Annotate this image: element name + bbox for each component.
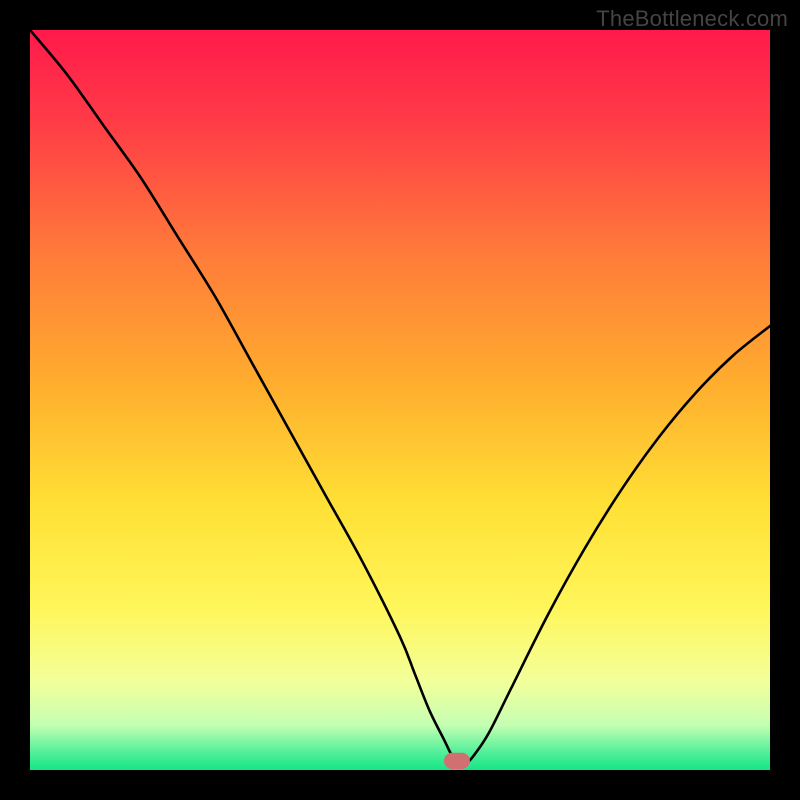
bottleneck-chart — [30, 30, 770, 770]
watermark-text: TheBottleneck.com — [596, 6, 788, 32]
plot-area — [30, 30, 770, 770]
chart-frame: TheBottleneck.com — [0, 0, 800, 800]
gradient-background — [30, 30, 770, 770]
marker-icon — [444, 753, 470, 769]
